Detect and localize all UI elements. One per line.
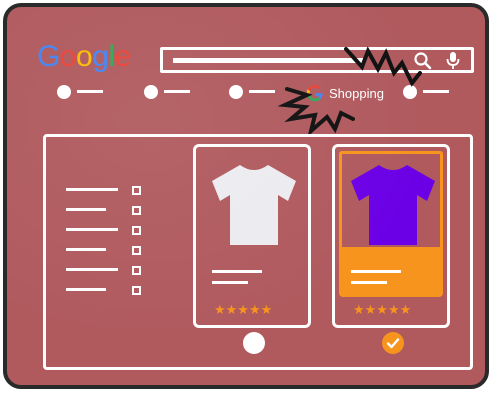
rating-stars: ★★★★★ (214, 302, 273, 317)
rating-stars: ★★★★★ (353, 302, 412, 317)
google-logo[interactable]: Google (37, 40, 131, 74)
filter-option-label (66, 228, 118, 231)
filter-checkbox[interactable] (132, 246, 141, 255)
nav-tab-1-label (77, 90, 103, 93)
tshirt-icon (351, 165, 435, 245)
tshirt-icon (212, 165, 296, 245)
filter-checkbox[interactable] (132, 186, 141, 195)
mic-icon[interactable] (445, 51, 461, 71)
nav-tab-1[interactable] (57, 85, 71, 99)
nav-tab-3[interactable] (229, 85, 243, 99)
select-radio-checked[interactable] (382, 332, 404, 354)
filter-option-label (66, 188, 118, 191)
filter-option-label (66, 208, 106, 211)
product-title-line (212, 270, 262, 273)
checkmark-icon (386, 338, 400, 349)
select-radio-unchecked[interactable] (243, 332, 265, 354)
scribble-burst-icon (277, 87, 355, 135)
logo-letter: e (114, 40, 132, 73)
search-input[interactable] (160, 47, 474, 73)
filter-checkbox[interactable] (132, 226, 141, 235)
logo-letter: o (76, 40, 93, 73)
product-card[interactable]: ★★★★★ (193, 144, 311, 328)
product-card-selected[interactable]: ★★★★★ (332, 144, 450, 328)
product-price-line (351, 281, 387, 284)
nav-tab-2[interactable] (144, 85, 158, 99)
scribble-burst-icon (344, 46, 422, 87)
logo-letter: G (37, 40, 60, 73)
logo-letter: o (59, 40, 77, 73)
filter-option-label (66, 268, 118, 271)
product-price-line (212, 281, 248, 284)
browser-window: Google Shopping ★★★★★ ★★★★★ (3, 3, 489, 389)
filter-option-label (66, 288, 106, 291)
nav-tab-3-label (249, 90, 275, 93)
product-title-line (351, 270, 401, 273)
filter-checkbox[interactable] (132, 286, 141, 295)
filter-checkbox[interactable] (132, 206, 141, 215)
nav-tab-2-label (164, 90, 190, 93)
logo-letter: g (92, 40, 109, 73)
nav-tab-5-label (423, 90, 449, 93)
filter-option-label (66, 248, 106, 251)
search-text-placeholder (173, 58, 363, 63)
filter-checkbox[interactable] (132, 266, 141, 275)
